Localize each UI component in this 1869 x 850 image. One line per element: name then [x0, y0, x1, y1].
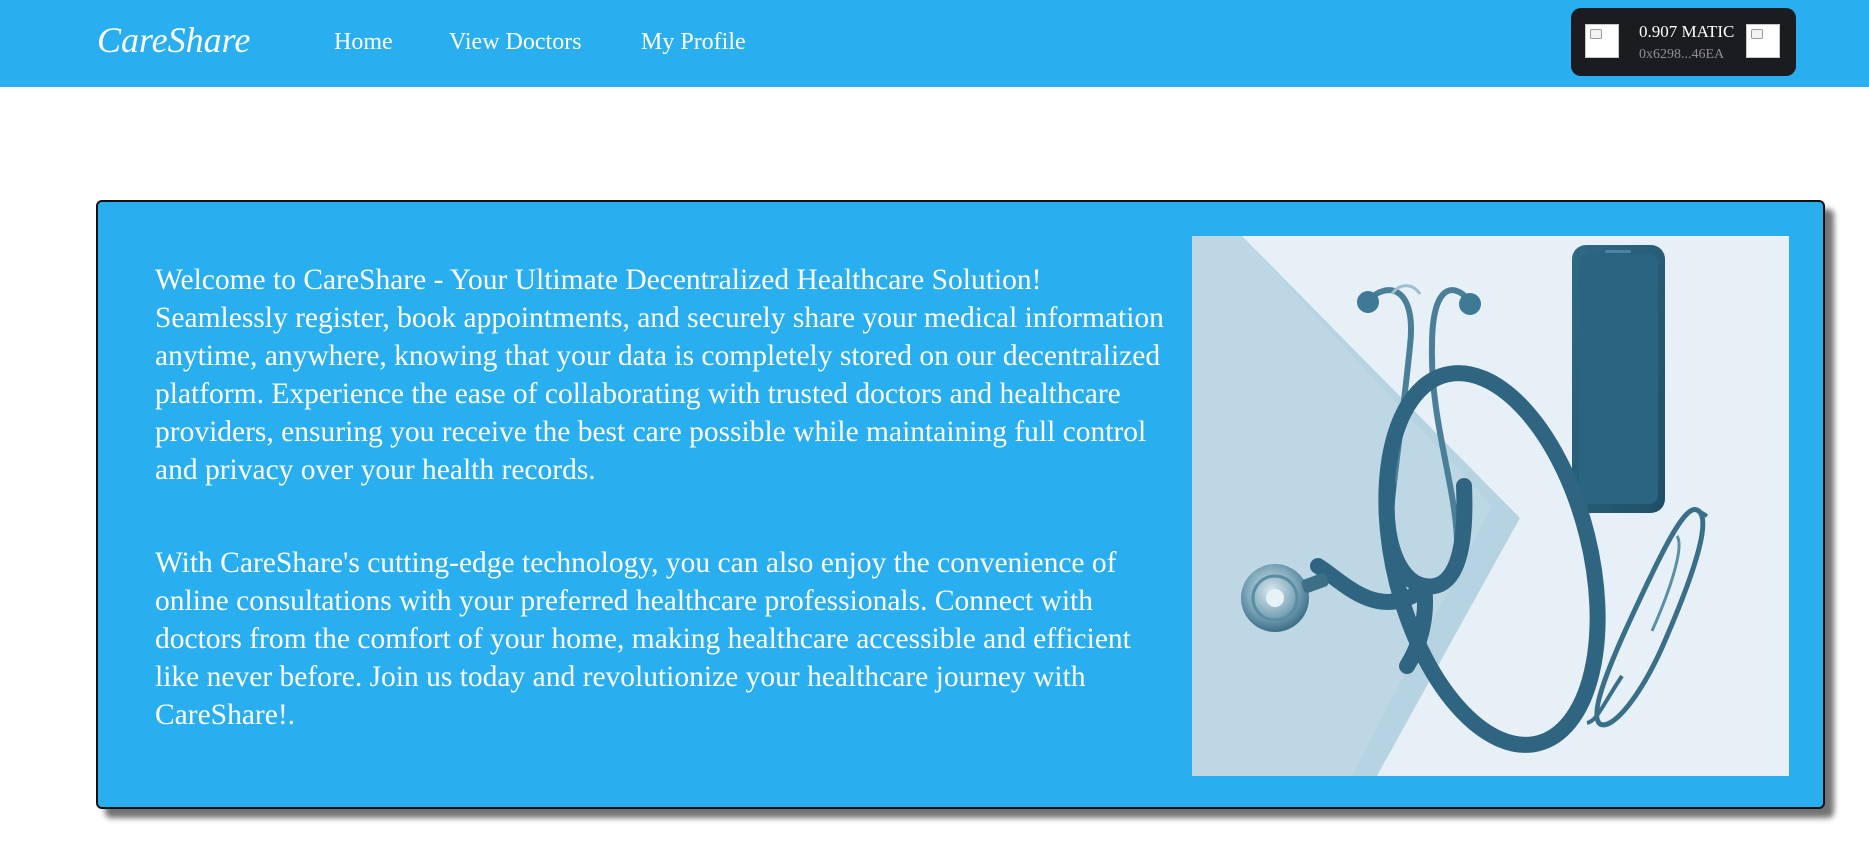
- wallet-address: 0x6298...46EA: [1639, 47, 1725, 62]
- wallet-balance: 0.907 MATIC: [1639, 22, 1735, 41]
- brand-logo[interactable]: CareShare: [97, 18, 250, 62]
- wallet-connect-button[interactable]: 0.907 MATIC 0x6298...46EA: [1571, 8, 1796, 76]
- network-broken-image-icon: [1585, 24, 1619, 58]
- nav-link-view-doctors[interactable]: View Doctors: [449, 26, 582, 58]
- nav-link-home[interactable]: Home: [334, 26, 393, 58]
- hero-card: Welcome to CareShare - Your Ultimate Dec…: [96, 200, 1825, 809]
- nav-link-my-profile[interactable]: My Profile: [641, 26, 746, 58]
- hero-welcome-paragraph: Welcome to CareShare - Your Ultimate Dec…: [155, 264, 1164, 486]
- stethoscope-phone-glasses-image: [1192, 236, 1789, 776]
- hero-features-paragraph: With CareShare's cutting-edge technology…: [155, 547, 1131, 731]
- account-broken-image-icon: [1746, 24, 1780, 58]
- top-navbar: CareShare Home View Doctors My Profile 0…: [0, 0, 1869, 87]
